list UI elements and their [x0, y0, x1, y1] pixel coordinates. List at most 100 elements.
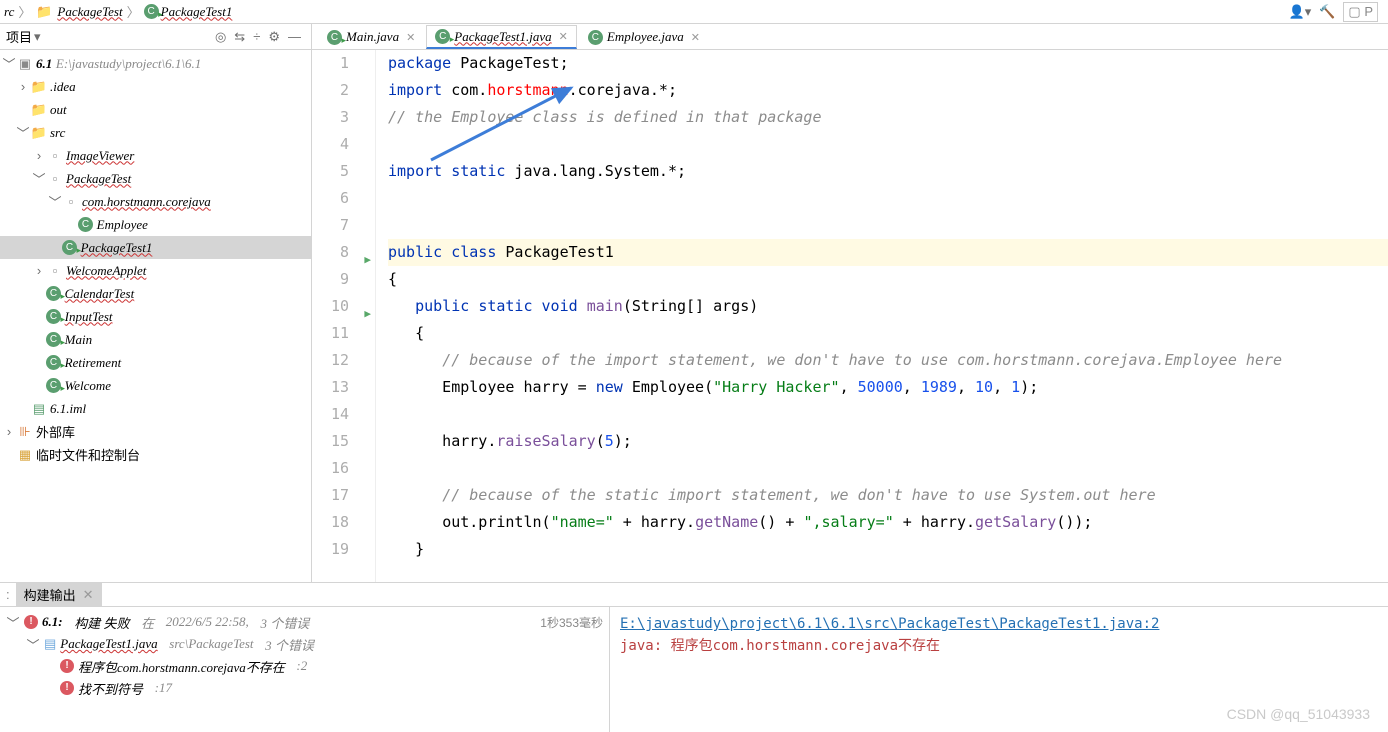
tab-packagetest1[interactable]: CPackageTest1.java✕ — [426, 25, 577, 49]
code-area[interactable]: 12345678▶910▶111213141516171819 package … — [312, 50, 1388, 582]
hide-icon[interactable]: — — [288, 29, 301, 44]
error-text: java: 程序包com.horstmann.corejava不存在 — [620, 635, 1378, 657]
close-icon[interactable]: ✕ — [406, 31, 415, 44]
tree-retirement[interactable]: Retirement — [65, 355, 122, 371]
code-line[interactable]: package PackageTest; — [388, 50, 1388, 77]
tab-main[interactable]: CMain.java✕ — [318, 25, 424, 49]
chevron-down-icon[interactable]: ﹀ — [32, 169, 46, 188]
close-icon[interactable]: ✕ — [559, 30, 568, 43]
code-line[interactable]: { — [388, 266, 1388, 293]
code-line[interactable]: public class PackageTest1 — [388, 239, 1388, 266]
user-icon[interactable]: 👤▾ — [1289, 4, 1312, 20]
chevron-down-icon[interactable]: ﹀ — [6, 613, 20, 632]
crumb-class[interactable]: PackageTest1 — [161, 4, 233, 20]
code-line[interactable]: Employee harry = new Employee("Harry Hac… — [388, 374, 1388, 401]
gear-icon[interactable]: ⚙ — [268, 29, 280, 45]
code-line[interactable]: { — [388, 320, 1388, 347]
build-project: 6.1: — [42, 614, 63, 630]
chevron-down-icon[interactable]: ﹀ — [16, 123, 30, 142]
chevron-right-icon[interactable]: › — [2, 424, 16, 439]
panel-prefix: : — [6, 587, 10, 602]
close-icon[interactable]: ✕ — [691, 31, 700, 44]
tree-welcomeapplet[interactable]: WelcomeApplet — [66, 263, 146, 279]
code-line[interactable] — [388, 185, 1388, 212]
folder-icon: 📁 — [35, 3, 53, 21]
class-icon: C — [588, 30, 603, 45]
sidebar-title: 项目 — [6, 27, 32, 46]
watermark: CSDN @qq_51043933 — [1227, 706, 1370, 722]
class-icon: C — [327, 30, 342, 45]
code-line[interactable]: public static void main(String[] args) — [388, 293, 1388, 320]
code-line[interactable] — [388, 455, 1388, 482]
class-icon: C — [46, 355, 61, 370]
error-link[interactable]: E:\javastudy\project\6.1\6.1\src\Package… — [620, 616, 1159, 632]
breadcrumb: rc 〉 📁 PackageTest 〉 C PackageTest1 — [4, 2, 232, 21]
run-icon[interactable]: ▶ — [364, 246, 371, 273]
crumb-root[interactable]: rc — [4, 4, 14, 20]
expand-icon[interactable]: ⇆ — [234, 29, 245, 45]
tab-build-output[interactable]: 构建输出✕ — [16, 583, 102, 606]
err-file[interactable]: PackageTest1.java — [60, 636, 157, 652]
tree-main[interactable]: Main — [65, 332, 92, 348]
chevron-down-icon[interactable]: ▾ — [34, 29, 41, 45]
project-tree[interactable]: ﹀▣6.1 E:\javastudy\project\6.1\6.1 ›📁.id… — [0, 50, 311, 582]
tree-src[interactable]: src — [50, 125, 65, 141]
project-sidebar: 项目 ▾ ◎ ⇆ ÷ ⚙ — ﹀▣6.1 E:\javastudy\projec… — [0, 24, 312, 582]
chevron-right-icon[interactable]: › — [16, 79, 30, 94]
build-icon[interactable]: 🔨 — [1319, 4, 1335, 20]
code-line[interactable]: import com.horstmann.corejava.*; — [388, 77, 1388, 104]
code-line[interactable]: // because of the import statement, we d… — [388, 347, 1388, 374]
tree-packagetest[interactable]: PackageTest — [66, 171, 131, 187]
code-line[interactable]: out.println("name=" + harry.getName() + … — [388, 509, 1388, 536]
class-icon: C — [62, 240, 77, 255]
chevron-down-icon[interactable]: ﹀ — [2, 54, 16, 73]
tree-out[interactable]: out — [50, 102, 67, 118]
tree-scratch[interactable]: 临时文件和控制台 — [36, 445, 140, 464]
tree-employee[interactable]: Employee — [97, 217, 148, 233]
code-line[interactable] — [388, 131, 1388, 158]
tree-inputtest[interactable]: InputTest — [65, 309, 113, 325]
tree-welcome[interactable]: Welcome — [65, 378, 111, 394]
code-line[interactable]: import static java.lang.System.*; — [388, 158, 1388, 185]
tree-imageviewer[interactable]: ImageViewer — [66, 148, 134, 164]
code-line[interactable]: } — [388, 536, 1388, 563]
chevron-right-icon[interactable]: › — [32, 148, 46, 163]
code-line[interactable]: harry.raiseSalary(5); — [388, 428, 1388, 455]
class-icon: C — [78, 217, 93, 232]
gutter: 12345678▶910▶111213141516171819 — [312, 50, 376, 582]
close-icon[interactable]: ✕ — [83, 587, 94, 603]
code-line[interactable] — [388, 212, 1388, 239]
tree-extlib[interactable]: 外部库 — [36, 422, 75, 441]
err-msg-1[interactable]: 程序包com.horstmann.corejava不存在 — [78, 657, 285, 676]
crumb-package[interactable]: PackageTest — [57, 4, 122, 20]
tree-idea[interactable]: .idea — [50, 79, 76, 95]
error-icon: ! — [60, 659, 74, 673]
chevron-down-icon[interactable]: ﹀ — [26, 635, 40, 654]
class-icon: C — [46, 378, 61, 393]
class-icon: C — [144, 4, 159, 19]
package-icon: ▫ — [46, 170, 64, 188]
chevron-down-icon[interactable]: ﹀ — [48, 192, 62, 211]
run-config-icon[interactable]: ▢ P — [1343, 2, 1378, 22]
package-icon: ▫ — [46, 147, 64, 165]
run-icon[interactable]: ▶ — [364, 300, 371, 327]
project-name[interactable]: 6.1 — [36, 56, 52, 72]
chevron-right-icon[interactable]: › — [32, 263, 46, 278]
tree-packagetest1[interactable]: PackageTest1 — [81, 240, 153, 256]
project-icon: ▣ — [16, 55, 34, 73]
tab-employee[interactable]: CEmployee.java✕ — [579, 25, 709, 49]
code-line[interactable] — [388, 401, 1388, 428]
build-tabs: : 构建输出✕ — [0, 583, 1388, 607]
code-body[interactable]: package PackageTest;import com.horstmann… — [376, 50, 1388, 582]
file-icon: ▤ — [30, 400, 48, 418]
build-tree[interactable]: ﹀!6.1: 构建 失败 在 2022/6/5 22:58, 3 个错误1秒35… — [0, 607, 610, 732]
collapse-icon[interactable]: ÷ — [253, 29, 260, 44]
tree-calendartest[interactable]: CalendarTest — [65, 286, 135, 302]
target-icon[interactable]: ◎ — [215, 29, 226, 45]
err-msg-2[interactable]: 找不到符号 — [78, 679, 143, 698]
file-icon: ▤ — [44, 636, 56, 652]
code-line[interactable]: // because of the static import statemen… — [388, 482, 1388, 509]
code-line[interactable]: // the Employee class is defined in that… — [388, 104, 1388, 131]
tree-iml[interactable]: 6.1.iml — [50, 401, 86, 417]
tree-com-horstmann[interactable]: com.horstmann.corejava — [82, 194, 211, 210]
